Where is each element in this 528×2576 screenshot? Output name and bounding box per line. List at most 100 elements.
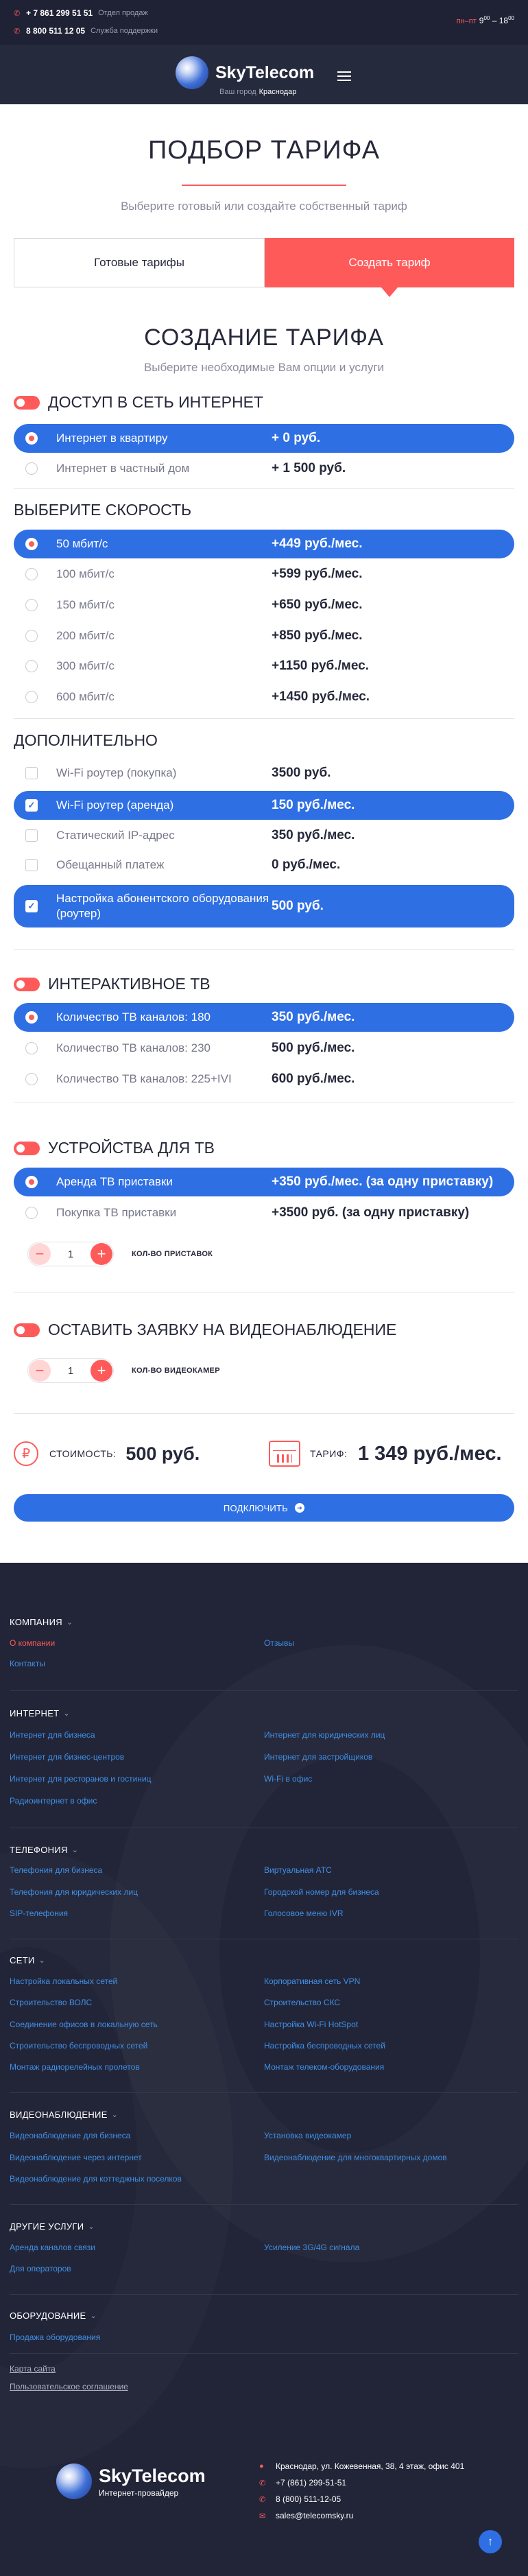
checkbox-checked[interactable]: ✓ [25,900,38,912]
footer-link[interactable]: Видеонаблюдение для многоквартирных домо… [264,2153,447,2162]
radio[interactable] [25,1207,38,1219]
video-toggle[interactable] [14,1323,40,1337]
radio[interactable] [25,1073,38,1085]
footer-other-header[interactable]: ДРУГИЕ УСЛУГИ ⌄ [10,2221,95,2232]
option-stb-rent[interactable]: Аренда ТВ приставки +350 руб./мес. (за о… [14,1168,514,1196]
radio[interactable] [25,691,38,703]
footer-link[interactable]: Корпоративная сеть VPN [264,1976,360,1986]
stb-quantity-value[interactable]: 1 [68,1249,73,1260]
radio-selected[interactable] [25,432,38,445]
option-speed-200[interactable]: 200 мбит/с +850 руб./мес. [14,622,514,650]
option-speed-100[interactable]: 100 мбит/с +599 руб./мес. [14,560,514,589]
option-speed-600[interactable]: 600 мбит/с +1450 руб./мес. [14,683,514,711]
camera-quantity-value[interactable]: 1 [68,1365,73,1377]
plus-button[interactable]: + [91,1360,112,1382]
sitemap-link[interactable]: Карта сайта [10,2364,56,2374]
city-name[interactable]: Краснодар [259,88,297,96]
footer-link[interactable]: Видеонаблюдение через интернет [10,2153,142,2162]
footer-link[interactable]: О компании [10,1638,55,1648]
footer-link[interactable]: Голосовое меню IVR [264,1909,344,1918]
footer-link[interactable]: Соединение офисов в локальную сеть [10,2020,158,2029]
footer-link[interactable]: Настройка Wi-Fi HotSpot [264,2020,358,2029]
footer-link[interactable]: Телефония для юридических лиц [10,1887,138,1897]
option-internet-apartment[interactable]: Интернет в квартиру + 0 руб. [14,424,514,453]
option-internet-house[interactable]: Интернет в частный дом + 1 500 руб. [14,454,514,483]
footer-link[interactable]: Монтаж телеком-оборудования [264,2062,384,2072]
connect-button[interactable]: ПОДКЛЮЧИТЬ ➜ [14,1494,514,1522]
plus-button[interactable]: + [91,1243,112,1265]
option-speed-150[interactable]: 150 мбит/с +650 руб./мес. [14,591,514,619]
footer-link[interactable]: Телефония для бизнеса [10,1865,102,1875]
header-logo[interactable]: SkyTelecom [176,56,314,89]
tab-ready-tariffs[interactable]: Готовые тарифы [14,238,265,287]
radio[interactable] [25,599,38,611]
radio[interactable] [25,462,38,475]
sales-phone[interactable]: + 7 861 299 51 51 [26,8,93,18]
footer-link[interactable]: Для операторов [10,2264,71,2273]
radio[interactable] [25,660,38,672]
sales-phone-row[interactable]: ✆ + 7 861 299 51 51 Отдел продаж [14,8,148,18]
radio-selected[interactable] [25,1176,38,1188]
footer-equipment-header[interactable]: ОБОРУДОВАНИЕ ⌄ [10,2311,97,2321]
checkbox[interactable] [25,859,38,871]
option-speed-300[interactable]: 300 мбит/с +1150 руб./мес. [14,652,514,681]
checkbox-checked[interactable]: ✓ [25,799,38,812]
footer-link[interactable]: Видеонаблюдение для коттеджных поселков [10,2174,182,2184]
footer-phone-2[interactable]: ✆ 8 (800) 511-12-05 [259,2494,341,2504]
footer-link[interactable]: Wi-Fi в офис [264,1774,312,1784]
radio[interactable] [25,630,38,642]
option-wifi-rent[interactable]: ✓ Wi-Fi роутер (аренда) 150 руб./мес. [14,791,514,820]
footer-link[interactable]: Установка видеокамер [264,2131,351,2140]
footer-logo[interactable]: SkyTelecom Интернет-провайдер [56,2463,206,2499]
footer-link[interactable]: Монтаж радиорелейных пролетов [10,2062,140,2072]
footer-internet-header[interactable]: ИНТЕРНЕТ ⌄ [10,1708,70,1718]
devices-toggle[interactable] [14,1141,40,1155]
checkbox[interactable] [25,829,38,842]
scroll-to-top-button[interactable]: ↑ [479,2530,502,2553]
footer-link[interactable]: Интернет для ресторанов и гостиниц [10,1774,152,1784]
footer-link[interactable]: Интернет для застройщиков [264,1752,372,1762]
tv-toggle[interactable] [14,977,40,991]
footer-link[interactable]: Строительство ВОЛС [10,1998,92,2007]
footer-video-header[interactable]: ВИДЕОНАБЛЮДЕНИЕ ⌄ [10,2110,118,2120]
footer-email[interactable]: ✉ sales@telecomsky.ru [259,2511,353,2520]
option-stb-purchase[interactable]: Покупка ТВ приставки +3500 руб. (за одну… [14,1198,514,1227]
option-tv-180[interactable]: Количество ТВ каналов: 180 350 руб./мес. [14,1003,514,1032]
minus-button[interactable]: − [29,1360,51,1382]
menu-icon[interactable] [337,71,351,81]
footer-link[interactable]: Видеонаблюдение для бизнеса [10,2131,130,2140]
footer-link[interactable]: Контакты [10,1659,45,1668]
footer-link[interactable]: Городской номер для бизнеса [264,1887,379,1897]
option-router-setup[interactable]: ✓ Настройка абонентского оборудования (р… [14,885,514,927]
footer-phone-1[interactable]: ✆ +7 (861) 299-51-51 [259,2478,346,2488]
footer-link[interactable]: Строительство СКС [264,1998,340,2007]
footer-link[interactable]: Интернет для юридических лиц [264,1730,385,1740]
option-wifi-purchase[interactable]: Wi-Fi роутер (покупка) 3500 руб. [14,759,514,788]
radio[interactable] [25,568,38,580]
footer-link[interactable]: Настройка локальных сетей [10,1976,117,1986]
agreement-link[interactable]: Пользовательское соглашение [10,2382,128,2391]
footer-networks-header[interactable]: СЕТИ ⌄ [10,1955,45,1965]
footer-link[interactable]: Виртуальная АТС [264,1865,332,1875]
option-promised-payment[interactable]: Обещанный платеж 0 руб./мес. [14,851,514,879]
footer-telephony-header[interactable]: ТЕЛЕФОНИЯ ⌄ [10,1845,78,1855]
option-speed-50[interactable]: 50 мбит/с +449 руб./мес. [14,530,514,558]
footer-link[interactable]: Отзывы [264,1638,294,1648]
option-tv-230[interactable]: Количество ТВ каналов: 230 500 руб./мес. [14,1034,514,1063]
footer-link[interactable]: Интернет для бизнес-центров [10,1752,124,1762]
option-static-ip[interactable]: Статический IP-адрес 350 руб./мес. [14,821,514,850]
city-selector[interactable]: Ваш город Краснодар [219,88,296,96]
radio-selected[interactable] [25,1011,38,1024]
footer-link[interactable]: Строительство беспроводных сетей [10,2041,147,2051]
footer-link[interactable]: Аренда каналов связи [10,2243,95,2252]
footer-link[interactable]: SIP-телефония [10,1909,68,1918]
footer-link[interactable]: Радиоинтернет в офис [10,1796,97,1806]
minus-button[interactable]: − [29,1243,51,1265]
tab-create-tariff[interactable]: Создать тариф [265,238,514,297]
footer-company-header[interactable]: КОМПАНИЯ ⌄ [10,1617,73,1627]
option-tv-225-ivi[interactable]: Количество ТВ каналов: 225+IVI 600 руб./… [14,1065,514,1094]
radio[interactable] [25,1042,38,1054]
support-phone-row[interactable]: ✆ 8 800 511 12 05 Служба поддержки [14,26,158,36]
radio-selected[interactable] [25,538,38,550]
footer-link[interactable]: Усиление 3G/4G сигнала [264,2243,359,2252]
